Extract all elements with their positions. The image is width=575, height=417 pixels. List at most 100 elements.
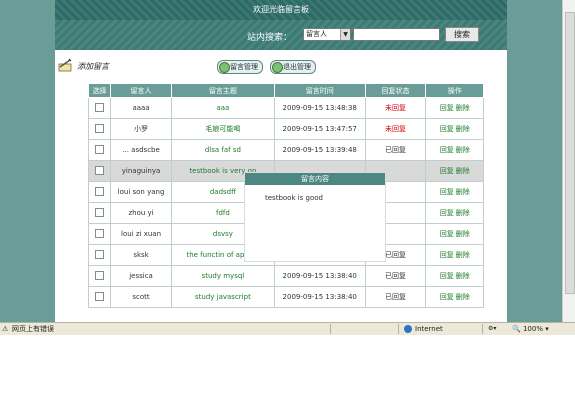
table-row: ... asdscbe dlsa faf sd 2009-09-15 13:39… <box>87 139 484 161</box>
subject-link[interactable]: dlsa faf sd <box>170 139 275 161</box>
protected-mode-icon[interactable]: ⚙▾ <box>488 324 496 334</box>
col-header: 留言主题 <box>170 83 275 98</box>
author-cell: ... asdscbe <box>110 139 172 161</box>
globe-icon <box>404 325 412 333</box>
status-cell: 已回复 <box>364 265 427 287</box>
delete-link[interactable]: 删除 <box>456 104 470 112</box>
reply-link[interactable]: 回复 <box>440 209 454 217</box>
table-row: scott study javascript 2009-09-15 13:38:… <box>87 286 484 308</box>
popup-content: testbook is good <box>265 194 323 202</box>
author-cell: loui zi xuan <box>110 223 172 245</box>
search-label: 站内搜索： <box>247 33 293 43</box>
row-checkbox[interactable] <box>95 249 105 259</box>
reply-link[interactable]: 回复 <box>440 167 454 175</box>
search-field-selected: 留言人 <box>306 30 327 38</box>
reply-link[interactable]: 回复 <box>440 293 454 301</box>
popup-title: 留言内容 <box>245 173 385 185</box>
status-text: 网页上有错误 <box>12 325 54 333</box>
row-checkbox[interactable] <box>95 291 105 301</box>
reply-link[interactable]: 回复 <box>440 125 454 133</box>
reply-link[interactable]: 回复 <box>440 104 454 112</box>
exit-manage-label: 退出管理 <box>283 63 311 71</box>
zoom-level: 100% <box>522 325 543 333</box>
row-checkbox[interactable] <box>95 207 105 217</box>
delete-link[interactable]: 删除 <box>456 251 470 259</box>
delete-link[interactable]: 删除 <box>456 230 470 238</box>
col-header: 回复状态 <box>364 83 427 98</box>
vertical-scrollbar[interactable] <box>562 0 575 322</box>
row-checkbox[interactable] <box>95 186 105 196</box>
subject-link[interactable]: study mysql <box>170 265 275 287</box>
author-cell: sksk <box>110 244 172 266</box>
row-checkbox[interactable] <box>95 270 105 280</box>
write-icon <box>58 58 72 72</box>
left-background <box>0 0 55 322</box>
zoom-control[interactable]: 🔍 100% ▾ <box>512 324 549 334</box>
zone-label: Internet <box>415 325 443 333</box>
reply-link[interactable]: 回复 <box>440 146 454 154</box>
table-header-row: 选择 留言人 留言主题 留言时间 回复状态 操作 <box>87 83 484 98</box>
message-manage-label: 留言管理 <box>230 63 258 71</box>
row-checkbox[interactable] <box>95 228 105 238</box>
warning-icon[interactable]: ⚠ <box>2 324 8 334</box>
scrollbar-thumb[interactable] <box>565 12 575 294</box>
subject-link[interactable]: 毛娘可能喝 <box>170 118 275 140</box>
row-checkbox[interactable] <box>95 144 105 154</box>
magnifier-icon: 🔍 <box>512 325 521 333</box>
status-cell: 已回复 <box>364 286 427 308</box>
author-cell: zhou yi <box>110 202 172 224</box>
status-cell: 已回复 <box>364 139 427 161</box>
table-row: 小罗 毛娘可能喝 2009-09-15 13:47:57 未回复 回复 删除 <box>87 118 484 140</box>
search-input[interactable] <box>353 28 440 41</box>
chevron-down-icon[interactable]: ▼ <box>340 29 350 40</box>
time-cell: 2009-09-15 13:47:57 <box>273 118 366 140</box>
time-cell: 2009-09-15 13:38:40 <box>273 265 366 287</box>
delete-link[interactable]: 删除 <box>456 146 470 154</box>
message-popup: 留言内容 testbook is good <box>244 172 386 262</box>
reply-link[interactable]: 回复 <box>440 188 454 196</box>
status-cell: 未回复 <box>364 118 427 140</box>
page-title: 欢迎光临留言板 <box>253 5 309 14</box>
subject-link[interactable]: aaa <box>170 97 275 119</box>
delete-link[interactable]: 删除 <box>456 293 470 301</box>
author-cell: yinaguinya <box>110 160 172 182</box>
status-cell: 未回复 <box>364 97 427 119</box>
reply-link[interactable]: 回复 <box>440 230 454 238</box>
status-divider <box>482 324 483 334</box>
row-checkbox[interactable] <box>95 165 105 175</box>
reply-link[interactable]: 回复 <box>440 251 454 259</box>
guestbook-page: 欢迎光临留言板 站内搜索： 留言人 ▼ 搜索 添加留言 留言管理 退出管理 选择… <box>55 0 507 322</box>
message-manage-button[interactable]: 留言管理 <box>217 60 263 74</box>
time-cell: 2009-09-15 13:48:38 <box>273 97 366 119</box>
row-checkbox[interactable] <box>95 102 105 112</box>
search-field-select[interactable]: 留言人 ▼ <box>303 28 351 41</box>
col-header: 选择 <box>87 83 112 98</box>
row-checkbox[interactable] <box>95 123 105 133</box>
bubble-icon <box>219 62 230 73</box>
time-cell: 2009-09-15 13:38:40 <box>273 286 366 308</box>
delete-link[interactable]: 删除 <box>456 125 470 133</box>
reply-link[interactable]: 回复 <box>440 272 454 280</box>
add-message-label: 添加留言 <box>77 62 109 71</box>
col-header: 留言时间 <box>273 83 366 98</box>
table-row: aaaa aaa 2009-09-15 13:48:38 未回复 回复 删除 <box>87 97 484 119</box>
browser-viewport: 欢迎光临留言板 站内搜索： 留言人 ▼ 搜索 添加留言 留言管理 退出管理 选择… <box>0 0 575 322</box>
exit-manage-button[interactable]: 退出管理 <box>270 60 316 74</box>
author-cell: 小罗 <box>110 118 172 140</box>
header-banner: 欢迎光临留言板 <box>55 0 507 20</box>
status-divider <box>330 324 331 334</box>
search-button[interactable]: 搜索 <box>445 27 479 42</box>
subject-link[interactable]: study javascript <box>170 286 275 308</box>
col-header: 操作 <box>425 83 484 98</box>
security-zone[interactable]: Internet <box>404 324 443 334</box>
right-background <box>507 0 562 322</box>
table-row: jessica study mysql 2009-09-15 13:38:40 … <box>87 265 484 287</box>
delete-link[interactable]: 删除 <box>456 167 470 175</box>
delete-link[interactable]: 删除 <box>456 209 470 217</box>
time-cell: 2009-09-15 13:39:48 <box>273 139 366 161</box>
author-cell: scott <box>110 286 172 308</box>
status-divider <box>398 324 399 334</box>
delete-link[interactable]: 删除 <box>456 188 470 196</box>
bubble-icon <box>272 62 283 73</box>
delete-link[interactable]: 删除 <box>456 272 470 280</box>
